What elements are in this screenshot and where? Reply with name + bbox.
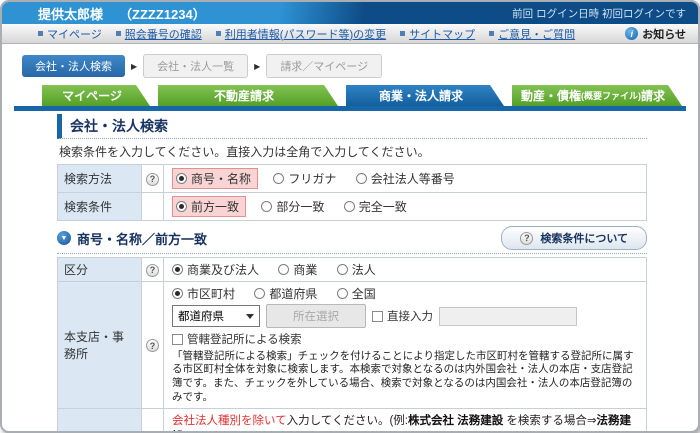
radio-nationwide[interactable]: 全国 xyxy=(336,285,376,302)
radio-icon xyxy=(336,288,348,299)
radio-prefix-match[interactable]: 前方一致 xyxy=(172,196,247,217)
breadcrumb-arrow-icon: ▶ xyxy=(254,61,261,71)
detail-form-table: 区分 ? 商業及び法人 商業 法人 本支店・事務所 ? 市区町村 都道府県 全国 xyxy=(57,257,647,431)
tab-mypage[interactable]: マイページ xyxy=(42,85,150,106)
breadcrumb-step-request-mypage: 請求／マイページ xyxy=(266,54,383,78)
radio-checked-icon xyxy=(176,173,187,184)
radio-icon xyxy=(343,201,355,212)
search-method-row: 検索方法 ? 商号・名称 フリガナ 会社法人等番号 xyxy=(57,164,647,193)
radio-furigana[interactable]: フリガナ xyxy=(273,170,336,187)
company-name-hint: 会社法人種別を除いて入力してください。(例:株式会社 法務建設 を検索する場合⇒… xyxy=(172,414,632,431)
radio-trade-name[interactable]: 商号・名称 xyxy=(172,168,259,189)
radio-icon xyxy=(336,264,348,275)
radio-icon xyxy=(273,173,285,184)
section-header: ▼ 商号・名称／前方一致 ? 検索条件について xyxy=(57,226,647,254)
tab-commercial-corporate-request[interactable]: 商業・法人請求 xyxy=(346,85,504,106)
jurisdiction-checkbox[interactable]: 管轄登記所による検索 xyxy=(172,331,302,347)
search-condition-label: 検索条件 xyxy=(57,192,142,221)
select-arrow-icon xyxy=(246,313,254,319)
header-bar: 提供太郎様 （ZZZZ1234） 前回 ログイン日時 初回ログインです xyxy=(2,2,698,24)
radio-commercial[interactable]: 商業 xyxy=(278,261,317,278)
breadcrumb-step-company-list: 会社・法人一覧 xyxy=(143,54,249,78)
instruction-text: 検索条件を入力してください。直接入力は全角で入力してください。 xyxy=(59,145,430,159)
notice-link[interactable]: i お知らせ xyxy=(625,26,686,42)
company-name-label: 商号・名称 xyxy=(57,407,142,431)
direct-input-checkbox[interactable]: 直接入力 xyxy=(372,308,433,324)
user-id: （ZZZZ1234） xyxy=(119,6,206,22)
chevron-down-icon: ▼ xyxy=(57,231,71,245)
office-label: 本支店・事務所 xyxy=(57,281,142,409)
search-criteria-help-button[interactable]: ? 検索条件について xyxy=(501,226,647,250)
square-bullet-icon xyxy=(38,31,43,36)
nav-user-info-link[interactable]: 利用者情報(パスワード等)の変更 xyxy=(215,26,386,42)
search-condition-row: 検索条件 前方一致 部分一致 完全一致 xyxy=(57,192,647,221)
app-window: 提供太郎様 （ZZZZ1234） 前回 ログイン日時 初回ログインです マイペー… xyxy=(0,0,700,433)
tab-real-estate-request[interactable]: 不動産請求 xyxy=(158,85,338,106)
help-icon: ? xyxy=(520,231,534,245)
checkbox-icon xyxy=(172,333,183,345)
info-icon: i xyxy=(625,27,639,40)
last-login-info: 前回 ログイン日時 初回ログインです xyxy=(512,7,686,20)
radio-icon xyxy=(254,288,266,299)
prefecture-select[interactable]: 都道府県 xyxy=(172,305,260,327)
radio-icon xyxy=(355,173,367,184)
nav-feedback-link[interactable]: ご意見・ご質問 xyxy=(489,26,575,42)
radio-checked-icon xyxy=(172,288,183,299)
radio-exact-match[interactable]: 完全一致 xyxy=(343,198,407,215)
user-name: 提供太郎様 xyxy=(38,6,104,22)
help-icon[interactable]: ? xyxy=(146,339,159,353)
main-tabs: マイページ 不動産請求 商業・法人請求 動産・債権 (概要ファイル) 請求 xyxy=(42,85,698,106)
company-name-row: 商号・名称 会社法人種別を除いて入力してください。(例:株式会社 法務建設 を検… xyxy=(57,407,647,431)
nav-inquiry-number-link[interactable]: 照会番号の確認 xyxy=(115,26,202,42)
help-icon[interactable]: ? xyxy=(146,172,159,186)
radio-corporate-number[interactable]: 会社法人等番号 xyxy=(355,170,455,187)
square-bullet-icon xyxy=(115,31,121,36)
radio-municipality[interactable]: 市区町村 xyxy=(172,285,235,302)
square-bullet-icon xyxy=(400,31,406,36)
breadcrumb-step-company-search[interactable]: 会社・法人検索 xyxy=(22,55,125,77)
nav-mypage-link[interactable]: マイページ xyxy=(38,26,102,42)
square-bullet-icon xyxy=(215,31,221,36)
nav-sitemap-link[interactable]: サイトマップ xyxy=(400,26,475,42)
radio-partial-match[interactable]: 部分一致 xyxy=(261,198,324,215)
office-row: 本支店・事務所 ? 市区町村 都道府県 全国 都道府県 所在選択 直接入力 管轄… xyxy=(57,281,647,409)
utility-nav: マイページ 照会番号の確認 利用者情報(パスワード等)の変更 サイトマップ ご意… xyxy=(2,24,698,44)
radio-prefecture[interactable]: 都道府県 xyxy=(254,285,317,302)
search-method-label: 検索方法 xyxy=(57,164,142,193)
page-title: 会社・法人検索 xyxy=(57,114,647,139)
radio-checked-icon xyxy=(176,201,187,212)
tab-underline-bar xyxy=(14,106,686,111)
main-content: 会社・法人検索 検索条件を入力してください。直接入力は全角で入力してください。 … xyxy=(57,114,647,431)
category-label: 区分 xyxy=(57,257,142,282)
radio-corporate[interactable]: 法人 xyxy=(336,261,376,278)
radio-checked-icon xyxy=(172,264,183,275)
location-select-button[interactable]: 所在選択 xyxy=(266,304,366,328)
radio-commercial-and-corporate[interactable]: 商業及び法人 xyxy=(172,261,259,278)
section-title: ▼ 商号・名称／前方一致 xyxy=(57,229,207,248)
tab-movables-claims-request[interactable]: 動産・債権 (概要ファイル) 請求 xyxy=(512,85,682,106)
category-row: 区分 ? 商業及び法人 商業 法人 xyxy=(57,257,647,282)
checkbox-icon xyxy=(372,310,383,322)
search-method-table: 検索方法 ? 商号・名称 フリガナ 会社法人等番号 検索条件 前方一致 部分一致… xyxy=(57,164,647,221)
jurisdiction-note: 「管轄登記所による検索」チェックを付けることにより指定した市区町村を管轄する登記… xyxy=(172,349,634,404)
square-bullet-icon xyxy=(489,31,495,36)
radio-icon xyxy=(261,201,273,212)
breadcrumb: 会社・法人検索 ▶ 会社・法人一覧 ▶ 請求／マイページ xyxy=(22,54,698,78)
help-icon[interactable]: ? xyxy=(146,263,159,277)
direct-input-field[interactable] xyxy=(439,306,577,326)
breadcrumb-arrow-icon: ▶ xyxy=(131,61,138,71)
radio-icon xyxy=(278,264,290,275)
